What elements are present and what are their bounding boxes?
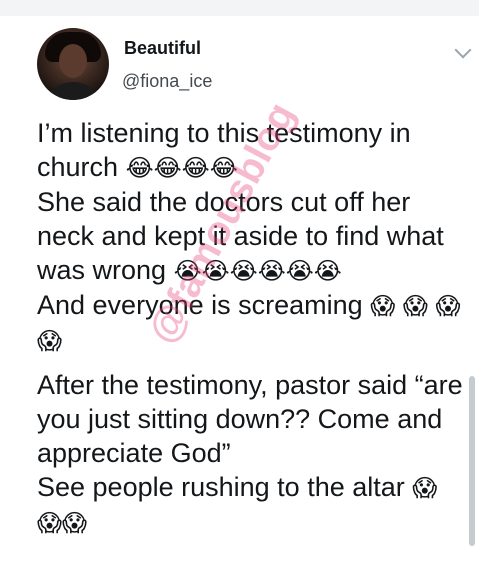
top-strip <box>0 0 479 16</box>
user-handle[interactable]: @fiona_ice <box>122 71 212 92</box>
avatar-shoulders <box>43 82 103 100</box>
tweet-line-5-text: See people rushing to the altar <box>37 472 405 502</box>
laughing-emoji-group: 😂😂😂😂 <box>125 154 238 182</box>
avatar[interactable] <box>37 28 109 100</box>
avatar-face <box>59 44 87 78</box>
scrollbar[interactable] <box>469 376 475 546</box>
crying-emoji-group: 😭😭😭😭😭😭 <box>173 257 342 285</box>
tweet-text: I’m listening to this testimony in churc… <box>37 116 469 540</box>
tweet-line-4: After the testimony, pastor said “are yo… <box>37 368 469 470</box>
tweet-line-3-text: And everyone is screaming <box>37 290 363 320</box>
tweet-line-4-text: After the testimony, pastor said “are yo… <box>37 370 463 468</box>
tweet-line-1: I’m listening to this testimony in churc… <box>37 116 469 185</box>
tweet-line-3: And everyone is screaming 😱 😱 😱😱 <box>37 288 469 358</box>
display-name[interactable]: Beautiful <box>124 38 201 59</box>
tweet-line-2: She said the doctors cut off her neck an… <box>37 185 469 288</box>
tweet-line-5: See people rushing to the altar 😱 😱😱 <box>37 470 469 540</box>
